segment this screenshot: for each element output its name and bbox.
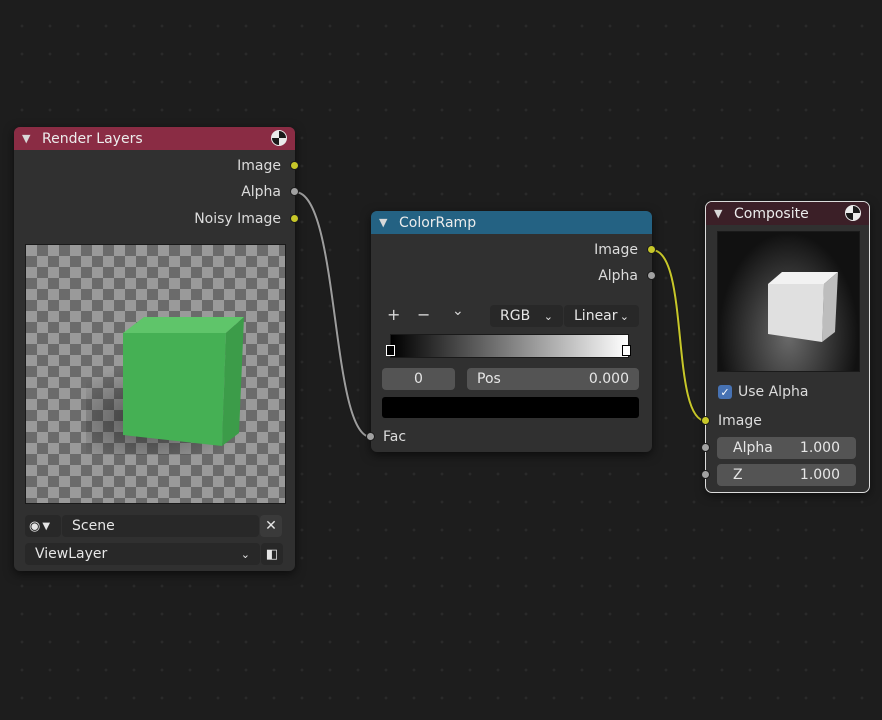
chevron-down-icon: ⌄: [240, 547, 250, 561]
socket-image-in[interactable]: [701, 416, 710, 425]
colorramp-header[interactable]: ▼ ColorRamp: [371, 211, 652, 234]
scene-field[interactable]: Scene: [62, 515, 259, 537]
collapse-chevron-icon[interactable]: ▼: [379, 216, 393, 229]
clear-scene-button[interactable]: ✕: [260, 515, 282, 537]
stop-position-field[interactable]: Pos 0.000: [467, 368, 639, 390]
scene-type-dropdown[interactable]: ◉ ▼: [25, 515, 61, 537]
output-alpha: Alpha: [241, 184, 281, 200]
output-image: Image: [594, 242, 638, 258]
render-preview-image: [25, 244, 286, 504]
render-layer-icon: ◧: [265, 546, 279, 562]
collapse-chevron-icon[interactable]: ▼: [714, 207, 728, 220]
render-layers-title: Render Layers: [42, 130, 143, 147]
stop-color-swatch[interactable]: [382, 397, 639, 418]
scene-icon: ◉: [29, 518, 41, 534]
color-stop-white[interactable]: [622, 345, 631, 356]
socket-image-out[interactable]: [647, 245, 656, 254]
composite-preview-image: [717, 231, 860, 372]
checkmark-icon: ✓: [718, 385, 732, 399]
alpha-input-field[interactable]: Alpha 1.000: [717, 437, 856, 459]
output-alpha: Alpha: [598, 268, 638, 284]
render-layers-header[interactable]: ▼ Render Layers: [14, 127, 295, 150]
color-ramp-gradient[interactable]: [390, 334, 629, 358]
composite-title: Composite: [734, 205, 809, 222]
input-image: Image: [718, 413, 762, 429]
link-alpha-to-fac: [294, 190, 372, 439]
color-mode-dropdown[interactable]: RGB ⌄: [490, 305, 563, 327]
remove-stop-button[interactable]: −: [417, 305, 430, 324]
colorramp-title: ColorRamp: [399, 214, 477, 231]
socket-alpha-out[interactable]: [290, 187, 299, 196]
use-alpha-checkbox[interactable]: ✓ Use Alpha: [718, 382, 808, 402]
composite-header[interactable]: ▼ Composite: [706, 202, 869, 225]
socket-noisy-image-out[interactable]: [290, 214, 299, 223]
collapse-chevron-icon[interactable]: ▼: [22, 132, 36, 145]
render-layers-node[interactable]: ▼ Render Layers Image Alpha Noisy Image …: [14, 127, 295, 571]
colorramp-node[interactable]: ▼ ColorRamp Image Alpha + − ⌄ RGB ⌄ Line…: [371, 211, 652, 452]
chevron-down-icon: ⌄: [543, 309, 553, 323]
render-icon: [845, 205, 861, 221]
socket-fac-in[interactable]: [366, 432, 375, 441]
color-stop-black[interactable]: [386, 345, 395, 356]
view-layer-dropdown[interactable]: ViewLayer ⌄: [25, 543, 260, 565]
add-stop-button[interactable]: +: [387, 305, 400, 324]
socket-z-in[interactable]: [701, 470, 710, 479]
socket-alpha-in[interactable]: [701, 443, 710, 452]
socket-image-out[interactable]: [290, 161, 299, 170]
composite-node[interactable]: ▼ Composite ✓ Use Alpha Image Alpha 1.00…: [705, 201, 870, 493]
z-input-field[interactable]: Z 1.000: [717, 464, 856, 486]
render-icon: [271, 130, 287, 146]
close-icon: ✕: [265, 518, 277, 534]
active-stop-index[interactable]: 0: [382, 368, 455, 390]
chevron-down-icon: ⌄: [619, 309, 629, 323]
output-image: Image: [237, 158, 281, 174]
interpolation-dropdown[interactable]: Linear ⌄: [564, 305, 639, 327]
input-fac: Fac: [383, 429, 407, 445]
ramp-menu-button[interactable]: ⌄: [452, 303, 464, 319]
output-noisy-image: Noisy Image: [194, 211, 281, 227]
render-view-layer-button[interactable]: ◧: [261, 543, 283, 565]
socket-alpha-out[interactable]: [647, 271, 656, 280]
